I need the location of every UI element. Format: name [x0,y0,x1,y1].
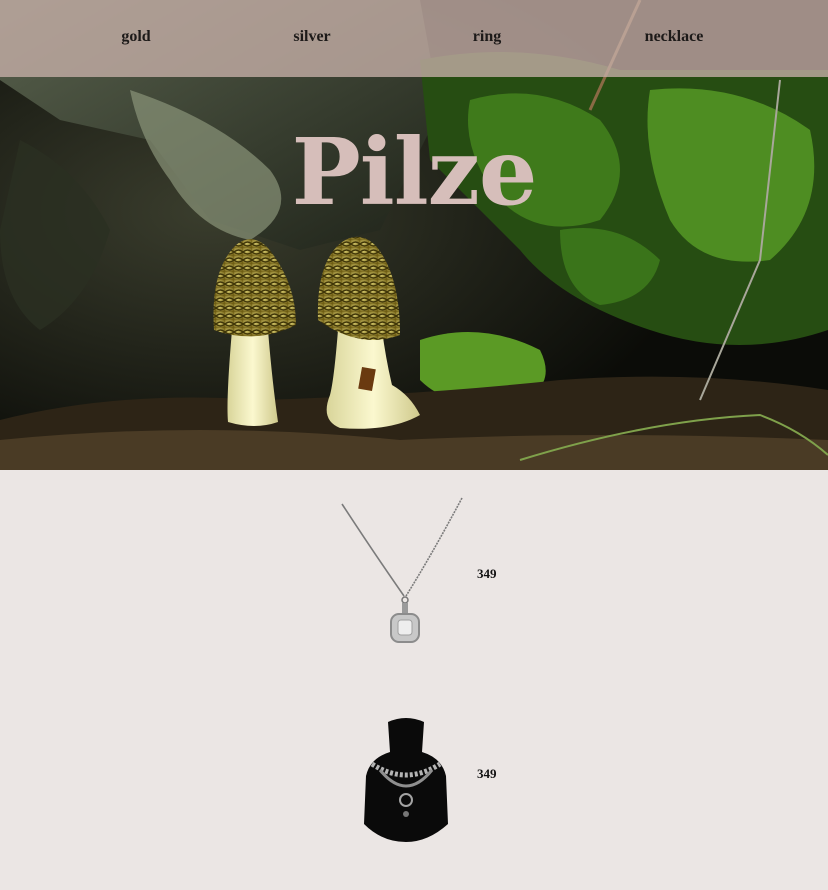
nav-item-silver[interactable]: silver [293,28,330,46]
pendant-necklace-icon[interactable] [336,496,468,646]
product-card[interactable]: 349 [0,490,828,650]
product-card[interactable]: 349 [0,700,828,850]
top-nav: gold silver ring necklace [0,0,828,77]
bust-necklace-icon[interactable] [358,714,454,844]
product-price: 349 [477,766,497,781]
nav-item-necklace[interactable]: necklace [645,28,704,46]
hero-banner: gold silver ring necklace Pilze [0,0,828,470]
hero-title: Pilze [291,118,538,226]
nav-item-gold[interactable]: gold [121,28,150,46]
product-price: 349 [477,566,497,581]
nav-item-ring[interactable]: ring [473,28,501,46]
